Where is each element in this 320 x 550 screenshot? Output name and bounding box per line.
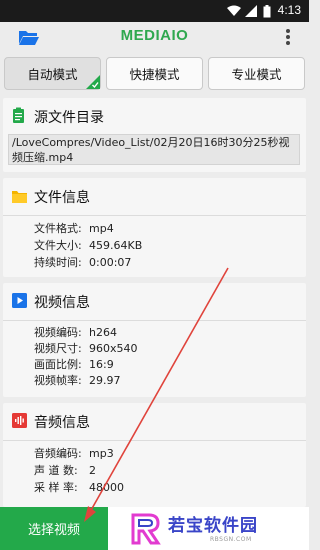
video-info-row: 视频尺寸: 960x540 [34,340,138,356]
app-title: MEDIAIO [120,27,189,44]
file-info-row: 文件格式: mp4 [34,220,114,236]
file-info-card: 文件信息 文件格式: mp4 文件大小: 459.64KB 持续时间: 0:00:07 [3,178,306,277]
file-info-row: 文件大小: 459.64KB [34,237,142,253]
row-label: 文件大小: [34,239,82,252]
row-label: 采 样 率: [34,481,78,494]
watermark-logo-icon [127,511,163,547]
audio-info-row: 音频编码: mp3 [34,445,114,461]
row-value: 960x540 [89,342,138,355]
row-label: 声 道 数: [34,464,78,477]
tab-quick-mode[interactable]: 快捷模式 [106,57,203,90]
row-value: mp4 [89,222,114,235]
source-card: 源文件目录 /LoveCompres/Video_List/02月20日16时3… [3,98,306,172]
tab-pro-mode[interactable]: 专业模式 [208,57,305,90]
status-time: 4:13 [277,3,301,17]
folder-icon [12,188,27,203]
audio-info-divider [3,440,306,441]
audio-wave-icon [12,413,27,428]
selected-check-icon [86,75,100,89]
select-video-button[interactable]: 选择视频 [0,507,108,550]
audio-info-title: 音频信息 [34,415,90,431]
watermark-url: RBSGN.COM [210,536,252,543]
file-info-title: 文件信息 [34,190,90,206]
watermark-text: 若宝软件园 [168,516,258,536]
row-value: h264 [89,326,117,339]
source-card-title: 源文件目录 [34,110,104,126]
battery-icon [260,4,274,18]
video-info-title: 视频信息 [34,295,90,311]
wifi-icon [227,4,241,18]
file-info-header: 文件信息 [3,178,306,212]
row-value: 0:00:07 [89,256,132,269]
more-options-icon[interactable] [285,28,291,46]
row-label: 视频帧率: [34,374,82,387]
video-info-card: 视频信息 视频编码: h264 视频尺寸: 960x540 画面比例: 16:9 视频… [3,283,306,397]
row-value: mp3 [89,447,114,460]
video-info-row: 视频编码: h264 [34,324,117,340]
row-label: 画面比例: [34,358,82,371]
tab-auto-mode-label: 自动模式 [27,67,78,82]
audio-info-row: 采 样 率: 48000 [34,479,124,495]
status-bar: 4:13 [0,0,309,22]
row-label: 音频编码: [34,447,82,460]
tab-pro-mode-label: 专业模式 [231,67,282,82]
row-value: 16:9 [89,358,114,371]
app-bar: MEDIAIO [0,22,309,52]
file-info-row: 持续时间: 0:00:07 [34,254,131,270]
source-card-header: 源文件目录 [3,98,306,132]
row-value: 48000 [89,481,124,494]
mode-tabs: 自动模式 快捷模式 专业模式 [0,54,309,94]
row-label: 持续时间: [34,256,82,269]
signal-icon [244,4,258,18]
tab-auto-mode[interactable]: 自动模式 [4,57,101,90]
row-value: 29.97 [89,374,121,387]
row-label: 视频尺寸: [34,342,82,355]
tab-quick-mode-label: 快捷模式 [129,67,180,82]
audio-info-header: 音频信息 [3,403,306,437]
video-info-header: 视频信息 [3,283,306,317]
audio-info-card: 音频信息 音频编码: mp3 声 道 数: 2 采 样 率: 48000 [3,403,306,507]
file-info-divider [3,215,306,216]
row-value: 2 [89,464,96,477]
video-info-row: 画面比例: 16:9 [34,356,114,372]
video-info-divider [3,320,306,321]
clipboard-icon [12,107,27,123]
row-label: 文件格式: [34,222,82,235]
bottom-bar: 选择视频 若宝软件园 RBSGN.COM [0,507,309,550]
row-value: 459.64KB [89,239,143,252]
audio-info-row: 声 道 数: 2 [34,462,96,478]
video-info-row: 视频帧率: 29.97 [34,372,121,388]
film-icon [12,293,27,308]
row-label: 视频编码: [34,326,82,339]
source-path: /LoveCompres/Video_List/02月20日16时30分25秒视… [8,134,300,165]
